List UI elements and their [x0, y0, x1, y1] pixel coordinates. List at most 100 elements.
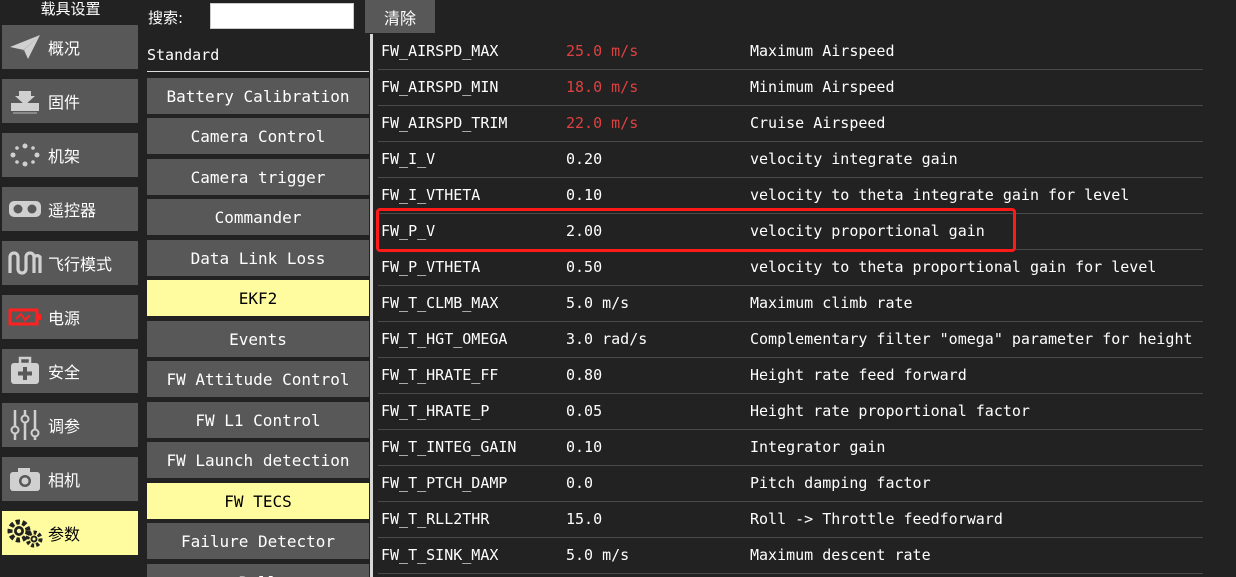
param-row[interactable]: FW_T_PTCH_DAMP 0.0 Pitch damping factor	[373, 466, 1203, 502]
sidebar-item-label: 调参	[48, 417, 81, 436]
radio-icon	[2, 187, 48, 231]
safety-icon	[2, 349, 48, 393]
param-name: FW_AIRSPD_TRIM	[381, 114, 508, 132]
param-name: FW_T_HGT_OMEGA	[381, 330, 508, 348]
group-ekf2[interactable]: EKF2	[147, 280, 369, 316]
gears-icon	[2, 511, 48, 555]
param-description: velocity proportional gain	[750, 222, 985, 240]
sidebar-item-power[interactable]: 电源	[2, 295, 138, 339]
param-description: Integrator gain	[750, 438, 886, 456]
param-row[interactable]: FW_I_V 0.20 velocity integrate gain	[373, 142, 1203, 178]
download-icon	[2, 79, 48, 123]
param-row[interactable]: FW_AIRSPD_MIN 18.0 m/s Minimum Airspeed	[373, 70, 1203, 106]
param-name: FW_T_HRATE_P	[381, 402, 490, 420]
param-name: FW_AIRSPD_MIN	[381, 78, 499, 96]
param-row[interactable]: FW_T_RLL2THR 15.0 Roll -> Throttle feedf…	[373, 502, 1203, 538]
param-name: FW_T_SINK_MAX	[381, 546, 499, 564]
paper-plane-icon	[2, 25, 48, 69]
param-row[interactable]: FW_T_HGT_OMEGA 3.0 rad/s Complementary f…	[373, 322, 1203, 358]
group-fw-launch-detection[interactable]: FW Launch detection	[147, 442, 369, 478]
param-description: velocity integrate gain	[750, 150, 958, 168]
camera-icon	[2, 457, 48, 501]
sidebar-item-label: 参数	[48, 525, 81, 544]
sidebar-item-airframe[interactable]: 机架	[2, 133, 138, 177]
clear-button[interactable]: 清除	[365, 0, 435, 33]
group-list-header: Standard	[147, 46, 220, 64]
group-header-divider	[147, 71, 369, 72]
param-row[interactable]: FW_T_HRATE_FF 0.80 Height rate feed forw…	[373, 358, 1203, 394]
param-row-highlighted[interactable]: FW_P_V 2.00 velocity proportional gain	[373, 214, 1203, 250]
param-name: FW_T_INTEG_GAIN	[381, 438, 517, 456]
param-value: 5.0 m/s	[566, 294, 630, 312]
sidebar-title: 载具设置	[40, 0, 101, 18]
sidebar-item-radio[interactable]: 遥控器	[2, 187, 138, 231]
param-row[interactable]: FW_T_CLMB_MAX 5.0 m/s Maximum climb rate	[373, 286, 1203, 322]
param-value: 18.0 m/s	[566, 78, 639, 96]
param-row[interactable]: FW_T_SINK_MAX 5.0 m/s Maximum descent ra…	[373, 538, 1203, 574]
group-battery-calibration[interactable]: Battery Calibration	[147, 78, 369, 114]
param-value: 0.80	[566, 366, 603, 384]
param-description: Maximum descent rate	[750, 546, 931, 564]
param-name: FW_I_V	[381, 150, 436, 168]
tuning-sliders-icon	[2, 403, 48, 447]
param-description: velocity to theta proportional gain for …	[750, 258, 1157, 276]
battery-icon	[2, 295, 48, 339]
sidebar-item-tuning[interactable]: 调参	[2, 403, 138, 447]
sidebar-item-label: 安全	[48, 363, 81, 382]
group-failure-detector[interactable]: Failure Detector	[147, 523, 369, 559]
param-name: FW_T_CLMB_MAX	[381, 294, 499, 312]
param-value: 0.50	[566, 258, 603, 276]
param-value: 0.0	[566, 474, 594, 492]
param-row[interactable]: FW_I_VTHETA 0.10 velocity to theta integ…	[373, 178, 1203, 214]
group-camera-control[interactable]: Camera Control	[147, 118, 369, 154]
param-value: 0.05	[566, 402, 603, 420]
param-description: Minimum Airspeed	[750, 78, 895, 96]
param-row[interactable]: FW_T_INTEG_GAIN 0.10 Integrator gain	[373, 430, 1203, 466]
param-value: 5.0 m/s	[566, 546, 630, 564]
group-fw-tecs[interactable]: FW TECS	[147, 483, 369, 519]
sidebar-item-summary[interactable]: 概况	[2, 25, 138, 69]
group-fw-attitude-control[interactable]: FW Attitude Control	[147, 361, 369, 397]
param-value: 25.0 m/s	[566, 42, 639, 60]
sidebar-item-flight-modes[interactable]: 飞行模式	[2, 241, 138, 285]
param-row[interactable]: FW_AIRSPD_MAX 25.0 m/s Maximum Airspeed	[373, 34, 1203, 70]
param-value: 2.00	[566, 222, 603, 240]
parameter-group-list: Battery Calibration Camera Control Camer…	[147, 78, 371, 577]
group-data-link-loss[interactable]: Data Link Loss	[147, 240, 369, 276]
sidebar-item-firmware[interactable]: 固件	[2, 79, 138, 123]
group-roll[interactable]: Roll	[147, 564, 369, 577]
sidebar-item-safety[interactable]: 安全	[2, 349, 138, 393]
sidebar-item-label: 遥控器	[48, 201, 97, 220]
row-divider	[378, 573, 1203, 574]
param-description: Complementary filter "omega" parameter f…	[750, 330, 1193, 348]
group-commander[interactable]: Commander	[147, 199, 369, 235]
group-events[interactable]: Events	[147, 321, 369, 357]
group-fw-l1-control[interactable]: FW L1 Control	[147, 402, 369, 438]
param-row[interactable]: FW_AIRSPD_TRIM 22.0 m/s Cruise Airspeed	[373, 106, 1203, 142]
param-description: Height rate feed forward	[750, 366, 967, 384]
sidebar-item-camera[interactable]: 相机	[2, 457, 138, 501]
sidebar-item-parameters[interactable]: 参数	[2, 511, 138, 555]
param-description: Cruise Airspeed	[750, 114, 886, 132]
sidebar-item-label: 相机	[48, 471, 81, 490]
sidebar-item-label: 概况	[48, 39, 81, 58]
param-description: Pitch damping factor	[750, 474, 931, 492]
vehicle-setup-sidebar: 载具设置 概况 固件 机架 遥控器 飞行模式 电源 安全 调参 相机 参数	[0, 0, 141, 577]
param-description: Roll -> Throttle feedforward	[750, 510, 1003, 528]
param-name: FW_P_VTHETA	[381, 258, 481, 276]
param-value: 15.0	[566, 510, 603, 528]
group-camera-trigger[interactable]: Camera trigger	[147, 159, 369, 195]
param-value: 0.20	[566, 150, 603, 168]
sidebar-item-label: 飞行模式	[48, 255, 113, 274]
sidebar-item-label: 机架	[48, 147, 81, 166]
param-name: FW_T_HRATE_FF	[381, 366, 499, 384]
param-name: FW_AIRSPD_MAX	[381, 42, 499, 60]
param-name: FW_T_RLL2THR	[381, 510, 490, 528]
param-row[interactable]: FW_T_HRATE_P 0.05 Height rate proportion…	[373, 394, 1203, 430]
param-value: 22.0 m/s	[566, 114, 639, 132]
sidebar-item-label: 电源	[48, 309, 81, 328]
param-value: 0.10	[566, 186, 603, 204]
param-row[interactable]: FW_P_VTHETA 0.50 velocity to theta propo…	[373, 250, 1203, 286]
param-description: Height rate proportional factor	[750, 402, 1030, 420]
search-input[interactable]	[210, 3, 354, 29]
